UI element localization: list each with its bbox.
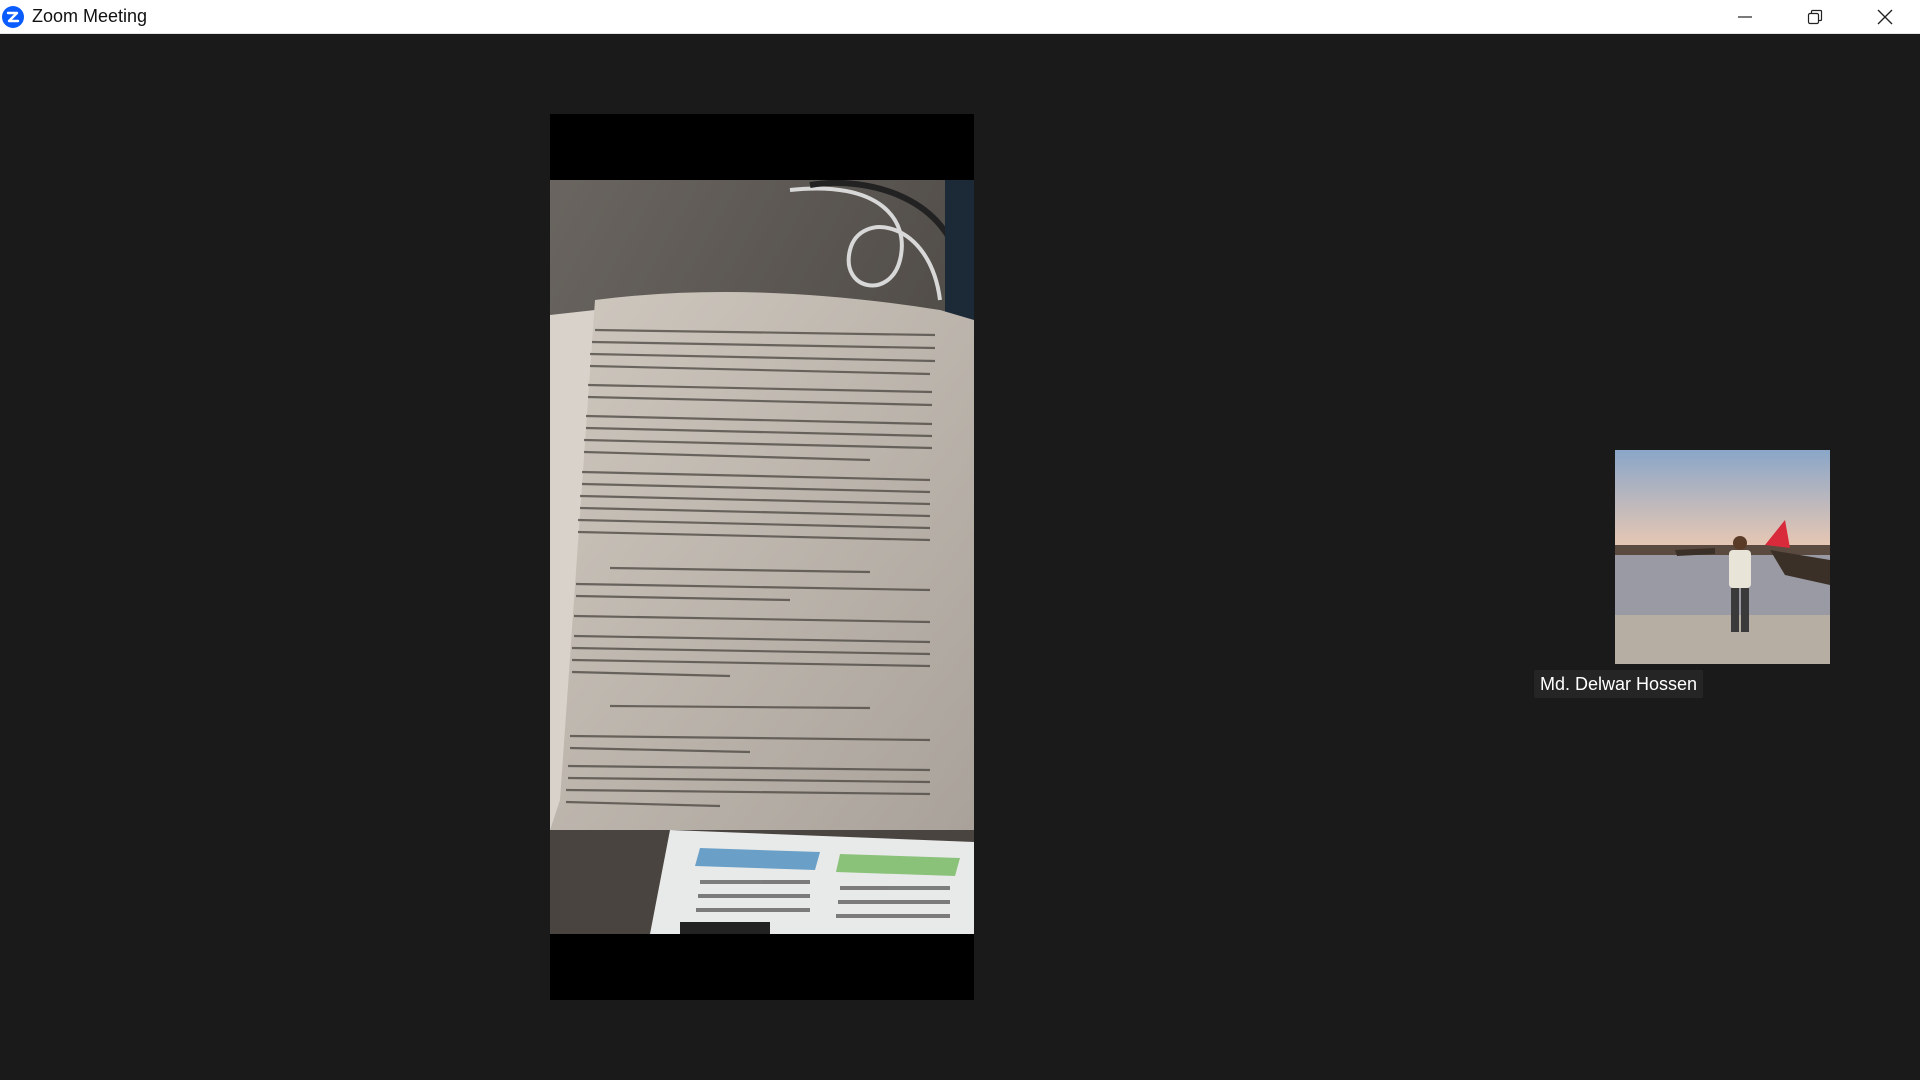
close-icon (1877, 9, 1893, 25)
zoom-logo-icon (2, 5, 24, 28)
shared-video-feed (550, 180, 974, 934)
close-button[interactable] (1850, 0, 1920, 34)
window-controls (1710, 0, 1920, 34)
meeting-stage: Md. Delwar Hossen (0, 34, 1920, 1080)
minimize-icon (1738, 16, 1752, 18)
participant-name-label: Md. Delwar Hossen (1534, 670, 1704, 698)
window-title: Zoom Meeting (32, 6, 148, 26)
restore-button[interactable] (1780, 0, 1850, 34)
title-bar: Zoom Meeting (0, 0, 1920, 34)
restore-icon (1807, 9, 1823, 25)
participant-video (1615, 450, 1830, 664)
shared-video-tile[interactable] (550, 114, 974, 1000)
minimize-button[interactable] (1710, 0, 1780, 34)
participant-tile[interactable] (1615, 450, 1830, 664)
